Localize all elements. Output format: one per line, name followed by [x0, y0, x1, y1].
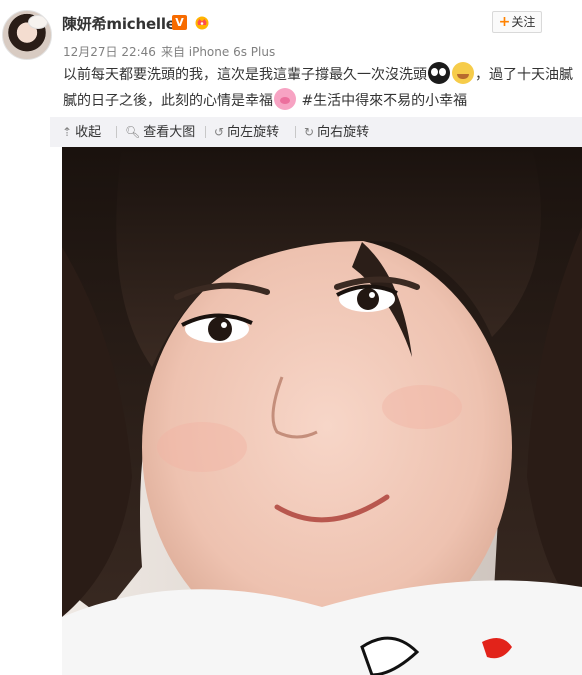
- rotate-left-icon: ↺: [214, 125, 225, 139]
- view-large-label: 查看大图: [143, 125, 196, 140]
- collapse-label: 收起: [75, 125, 102, 140]
- plus-icon: +: [498, 14, 511, 30]
- media-toolbar: ⇡ 收起 🔍︎ 查看大图 ↺ 向左旋转 ↻ 向右旋转: [50, 117, 582, 147]
- follow-button[interactable]: +关注: [492, 11, 542, 33]
- hashtag-link[interactable]: #生活中得來不易的小幸福: [301, 93, 467, 109]
- sweat-emoji-icon: [452, 62, 474, 84]
- avatar[interactable]: [2, 10, 52, 60]
- search-icon: 🔍︎: [125, 125, 141, 139]
- pig-emoji-icon: [274, 88, 296, 110]
- post-photo[interactable]: [62, 147, 582, 675]
- selfie-photo: [62, 147, 582, 675]
- rotate-left-label: 向左旋转: [227, 125, 280, 140]
- crown-icon[interactable]: [194, 14, 210, 30]
- rotate-left-button[interactable]: ↺ 向左旋转: [214, 117, 279, 147]
- weibo-post: 陳妍希michelle V +关注 12月27日 22:46 来自 iPhone …: [0, 0, 582, 675]
- collapse-button[interactable]: ⇡ 收起: [62, 117, 101, 147]
- toolbar-divider: [295, 126, 296, 138]
- toolbar-divider: [205, 126, 206, 138]
- verified-icon[interactable]: V: [172, 15, 187, 30]
- rotate-right-icon: ↻: [304, 125, 315, 139]
- eyes-emoji-icon: [428, 62, 450, 84]
- rotate-right-label: 向右旋转: [317, 125, 370, 140]
- toolbar-divider: [116, 126, 117, 138]
- text-part1: 以前每天都要洗頭的我，這次是我這輩子撐最久一次沒洗頭: [63, 67, 427, 83]
- view-large-button[interactable]: 🔍︎ 查看大图: [125, 117, 195, 147]
- collapse-icon: ⇡: [62, 125, 73, 139]
- avatar-headband: [28, 15, 48, 29]
- timestamp[interactable]: 12月27日 22:46: [63, 45, 156, 59]
- post-meta: 12月27日 22:46 来自 iPhone 6s Plus: [63, 43, 280, 60]
- follow-label: 关注: [511, 15, 536, 29]
- source: 来自 iPhone 6s Plus: [160, 45, 276, 59]
- username[interactable]: 陳妍希michelle: [62, 13, 176, 34]
- rotate-right-button[interactable]: ↻ 向右旋转: [304, 117, 369, 147]
- post-text: 以前每天都要洗頭的我，這次是我這輩子撐最久一次沒洗頭 ，過了十天油膩膩的日子之後，…: [63, 62, 581, 114]
